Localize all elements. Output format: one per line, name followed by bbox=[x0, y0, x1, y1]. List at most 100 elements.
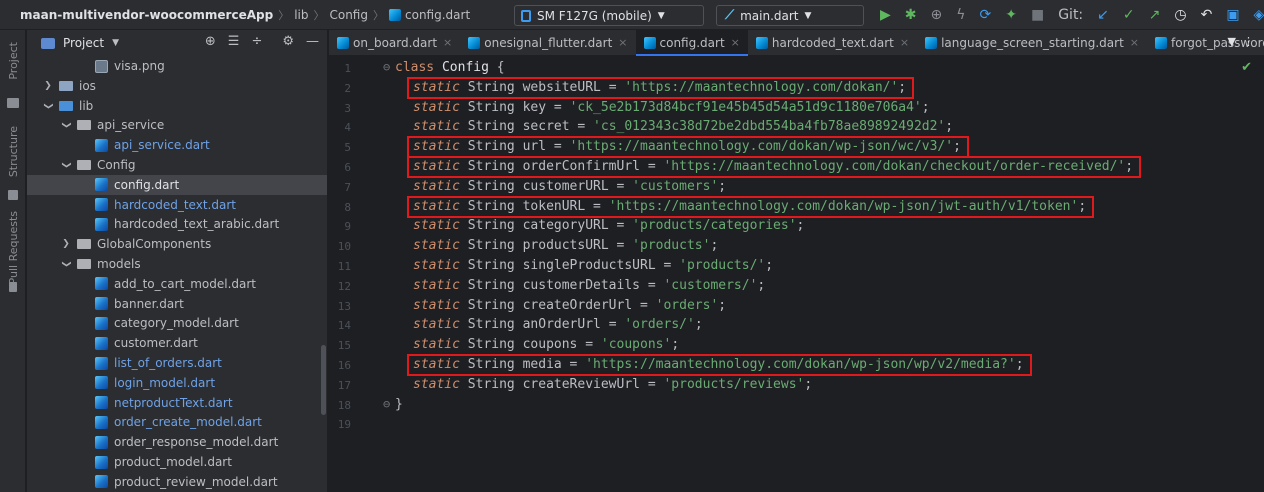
locate-file-icon[interactable]: ⊕ bbox=[205, 34, 216, 49]
breadcrumb-lib[interactable]: lib bbox=[294, 8, 308, 22]
code-line[interactable]: static String productsURL = 'products'; bbox=[413, 236, 718, 256]
fold-icon[interactable]: ⊖ bbox=[383, 397, 390, 411]
tree-item[interactable]: ❯ GlobalComponents bbox=[59, 234, 211, 254]
dart-file-icon bbox=[95, 316, 108, 330]
structure-icon[interactable] bbox=[8, 190, 18, 200]
breadcrumb-file[interactable]: config.dart bbox=[405, 8, 470, 22]
tree-item[interactable]: category_model.dart bbox=[95, 313, 239, 333]
flutter-inspector-icon[interactable]: ✦ bbox=[1005, 7, 1017, 23]
line-gutter: 1 2 3 4 5 6 7 8 9 10 11 12 13 14 15 16 17 18 19 ⊖ ⊖ bbox=[329, 56, 390, 492]
code-line[interactable]: static String coupons = 'coupons'; bbox=[413, 335, 679, 355]
tool-tab-project[interactable]: Project bbox=[2, 36, 24, 86]
tree-item[interactable]: login_model.dart bbox=[95, 373, 215, 393]
tree-item[interactable]: hardcoded_text.dart bbox=[95, 195, 236, 215]
project-folder-icon[interactable] bbox=[7, 98, 19, 108]
type-keyword: String bbox=[459, 317, 523, 333]
tree-item[interactable]: ❯ lib bbox=[41, 96, 93, 116]
tree-item[interactable]: customer.dart bbox=[95, 333, 198, 353]
editor-tab[interactable]: on_board.dart × bbox=[329, 30, 460, 56]
tree-item[interactable]: banner.dart bbox=[95, 294, 184, 314]
run-config-selector[interactable]: ⟋ main.dart ▼ bbox=[716, 5, 864, 26]
tab-overflow-chevron-icon[interactable]: ▼ ⋮ bbox=[1228, 35, 1254, 48]
tree-item[interactable]: config.dart bbox=[95, 175, 179, 195]
hot-restart-icon[interactable]: ⟳ bbox=[980, 7, 992, 23]
git-commit-icon[interactable]: ✓ bbox=[1123, 7, 1135, 23]
chevron-down-icon[interactable]: ❯ bbox=[61, 257, 71, 271]
tree-item[interactable]: order_create_model.dart bbox=[95, 412, 262, 432]
hot-reload-icon[interactable]: ϟ bbox=[956, 7, 965, 23]
tree-item[interactable]: netproductText.dart bbox=[95, 393, 233, 413]
tool-tab-pull-requests[interactable]: Pull Requests bbox=[2, 208, 24, 288]
fold-icon[interactable]: ⊖ bbox=[383, 60, 390, 74]
tree-item[interactable]: ❯ models bbox=[59, 254, 141, 274]
close-icon[interactable]: × bbox=[443, 36, 452, 49]
chevron-down-icon[interactable]: ▼ bbox=[112, 38, 119, 48]
code-line[interactable]: class Config { bbox=[395, 58, 505, 78]
folder-icon bbox=[77, 120, 91, 131]
tree-item[interactable]: order_response_model.dart bbox=[95, 432, 278, 452]
tree-scrollbar[interactable] bbox=[321, 345, 326, 415]
pull-request-icon[interactable] bbox=[9, 282, 17, 292]
stop-icon[interactable]: ■ bbox=[1031, 7, 1044, 23]
editor-tab[interactable]: config.dart × bbox=[635, 29, 749, 56]
code-line[interactable]: static String categoryURL = 'products/ca… bbox=[413, 216, 804, 236]
static-keyword: static bbox=[413, 119, 460, 135]
git-update-icon[interactable]: ↙ bbox=[1097, 7, 1109, 23]
rollback-icon[interactable]: ↶ bbox=[1201, 7, 1213, 23]
tool-tab-structure[interactable]: Structure bbox=[2, 122, 24, 182]
close-icon[interactable]: × bbox=[900, 36, 909, 49]
code-line[interactable]: static String secret = 'cs_012343c38d72b… bbox=[413, 117, 953, 137]
chevron-right-icon[interactable]: ❯ bbox=[59, 239, 73, 249]
debug-icon[interactable]: ✱ bbox=[905, 7, 917, 23]
editor-tab[interactable]: language_screen_starting.dart × bbox=[917, 30, 1147, 56]
code-line[interactable]: static String createReviewUrl = 'product… bbox=[413, 375, 812, 395]
chevron-down-icon[interactable]: ❯ bbox=[61, 158, 71, 172]
code-line[interactable]: static String key = 'ck_5e2b173d84bcf91e… bbox=[413, 98, 930, 118]
line-number: 1 bbox=[344, 62, 351, 75]
code-line[interactable]: } bbox=[395, 395, 403, 415]
device-selector[interactable]: SM F127G (mobile) ▼ bbox=[514, 5, 704, 26]
attach-debugger-icon[interactable]: ⊕ bbox=[931, 7, 943, 23]
code-editor[interactable]: 1 2 3 4 5 6 7 8 9 10 11 12 13 14 15 16 17 18 19 ⊖ ⊖ class Co… bbox=[329, 56, 1264, 492]
close-icon[interactable]: × bbox=[1130, 36, 1139, 49]
editor-tab[interactable]: onesignal_flutter.dart × bbox=[460, 30, 635, 56]
chevron-down-icon[interactable]: ❯ bbox=[61, 118, 71, 132]
expand-all-icon[interactable]: ☰ bbox=[228, 34, 240, 49]
tree-item[interactable]: ❯ ios bbox=[41, 76, 96, 96]
tree-item[interactable]: ❯ api_service bbox=[59, 115, 164, 135]
tree-item[interactable]: api_service.dart bbox=[95, 135, 210, 155]
chevron-right-icon[interactable]: ❯ bbox=[41, 81, 55, 91]
git-push-icon[interactable]: ↗ bbox=[1149, 7, 1161, 23]
history-icon[interactable]: ◷ bbox=[1174, 7, 1186, 23]
collapse-all-icon[interactable]: ÷ bbox=[251, 34, 262, 49]
sdk-manager-icon[interactable]: ◈ bbox=[1254, 7, 1264, 23]
code-line[interactable]: static String customerURL = 'customers'; bbox=[413, 177, 726, 197]
device-manager-icon[interactable]: ▣ bbox=[1226, 7, 1239, 23]
close-icon[interactable]: × bbox=[618, 36, 627, 49]
project-view-selector[interactable]: Project bbox=[63, 36, 104, 50]
no-problems-check-icon[interactable]: ✔ bbox=[1241, 60, 1252, 75]
run-icon[interactable]: ▶ bbox=[880, 7, 891, 23]
tree-item[interactable]: add_to_cart_model.dart bbox=[95, 274, 256, 294]
tree-item[interactable]: hardcoded_text_arabic.dart bbox=[95, 214, 279, 234]
code-line[interactable]: static String anOrderUrl = 'orders/'; bbox=[413, 315, 703, 335]
tree-item[interactable]: ❯ Config bbox=[59, 155, 136, 175]
chevron-down-icon: ▼ bbox=[657, 10, 665, 21]
tree-item[interactable]: visa.png bbox=[95, 56, 165, 76]
project-name[interactable]: maan-multivendor-woocommerceApp bbox=[20, 8, 273, 22]
code-line[interactable]: static String createOrderUrl = 'orders'; bbox=[413, 296, 726, 316]
field-name: customerDetails bbox=[522, 277, 640, 293]
code-line[interactable]: static String singleProductsURL = 'produ… bbox=[413, 256, 773, 276]
close-icon[interactable]: × bbox=[731, 36, 740, 49]
tree-item[interactable]: product_review_model.dart bbox=[95, 472, 278, 492]
tree-item[interactable]: list_of_orders.dart bbox=[95, 353, 222, 373]
code-line[interactable]: static String customerDetails = 'custome… bbox=[413, 276, 765, 296]
hide-panel-icon[interactable]: — bbox=[306, 34, 319, 49]
settings-gear-icon[interactable]: ⚙ bbox=[282, 34, 294, 49]
chevron-right-icon: 〉 bbox=[373, 8, 384, 22]
editor-tab[interactable]: hardcoded_text.dart × bbox=[748, 30, 917, 56]
tree-item[interactable]: product_model.dart bbox=[95, 452, 232, 472]
chevron-down-icon[interactable]: ❯ bbox=[43, 99, 53, 113]
breadcrumb-config[interactable]: Config bbox=[329, 8, 368, 22]
class-name: Config bbox=[441, 60, 489, 75]
